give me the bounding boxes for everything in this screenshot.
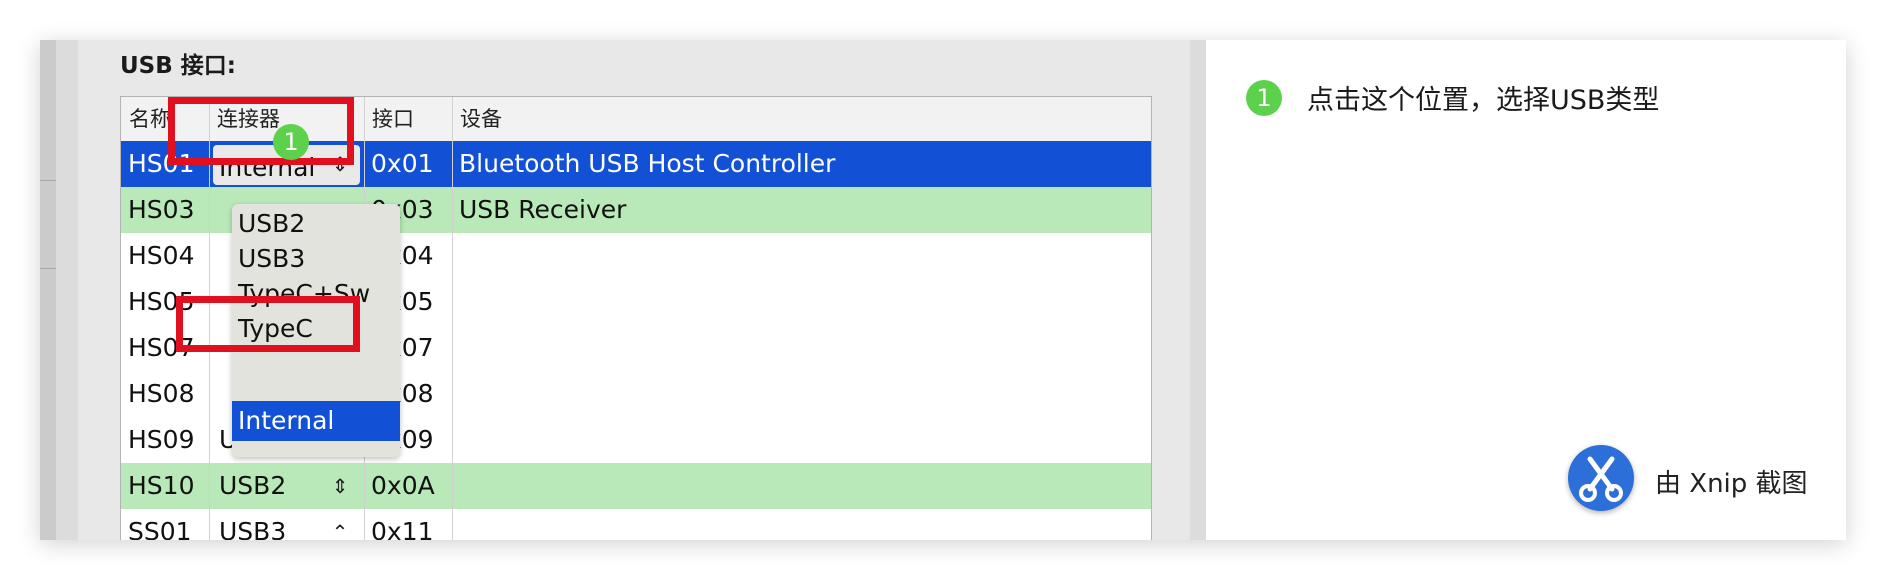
cell-name: SS01: [128, 517, 192, 540]
scissors-icon: [1568, 445, 1634, 511]
highlight-box-connector: [168, 97, 354, 165]
watermark-text: 由 Xnip 截图: [1655, 469, 1808, 499]
step-badge: 1: [273, 124, 309, 160]
cell-name: HS10: [128, 471, 195, 500]
cell-device: USB Receiver: [459, 195, 627, 224]
sidebar-edge: [40, 40, 56, 540]
column-header-port[interactable]: 接口: [364, 97, 452, 141]
cell-device: [452, 233, 1151, 279]
cell-device: Bluetooth USB Host Controller: [459, 149, 836, 178]
settings-panel: USB 接口: 名称 连接器 接口 设备 HS01 Internal 0x01 Blu…: [40, 40, 1206, 540]
stepper-arrows-icon[interactable]: ⌃: [327, 509, 353, 540]
section-title: USB 接口:: [120, 53, 236, 79]
annotation-text: 点击这个位置，选择USB类型: [1307, 85, 1660, 116]
highlight-box-internal-option: [176, 296, 360, 352]
column-header-device[interactable]: 设备: [452, 97, 1151, 141]
dropdown-option-internal[interactable]: Internal: [232, 401, 400, 441]
table-row[interactable]: HS10 USB2 0x0A ⇕: [121, 463, 1151, 509]
cell-device: [452, 463, 1151, 509]
cell-name: HS04: [128, 241, 195, 270]
cell-device: [452, 417, 1151, 463]
divider: [40, 268, 56, 269]
step-badge: 1: [1246, 80, 1282, 116]
cell-device: [452, 325, 1151, 371]
cell-port: 0x0A: [371, 471, 435, 500]
cell-device: [452, 371, 1151, 417]
stepper-arrows-icon[interactable]: ⇕: [327, 463, 353, 509]
dropdown-option-usb2[interactable]: USB2: [238, 204, 305, 244]
cell-device: [452, 509, 1151, 540]
divider: [40, 180, 56, 181]
cell-name: HS08: [128, 379, 195, 408]
cell-port: 0x01: [371, 149, 434, 178]
cell-name: HS03: [128, 195, 195, 224]
column-divider: [452, 97, 453, 540]
cell-port: 0x11: [371, 517, 434, 540]
cell-name: HS09: [128, 425, 195, 454]
dropdown-option-usb3[interactable]: USB3: [238, 239, 305, 279]
cell-device: [452, 279, 1151, 325]
table-row[interactable]: SS01 USB3 0x11 ⌃: [121, 509, 1151, 540]
